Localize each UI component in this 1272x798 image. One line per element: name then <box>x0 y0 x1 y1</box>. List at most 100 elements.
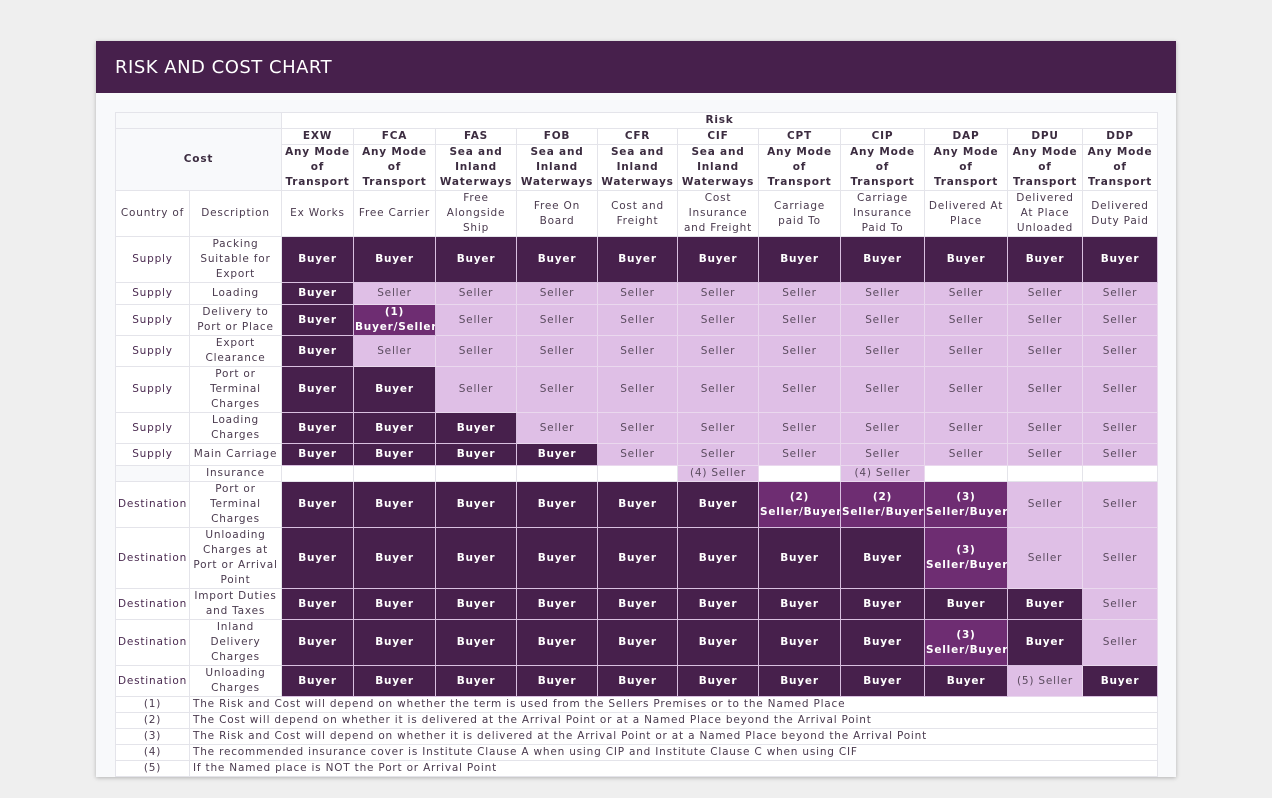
term-name-row: Country of Description Ex Works Free Carr… <box>115 190 1159 237</box>
responsibility-cell-ddp: Seller <box>1081 619 1159 666</box>
responsibility-cell-cif: Seller <box>677 335 759 367</box>
responsibility-cell-fas: Buyer <box>435 443 517 466</box>
responsibility-cell-ddp: Buyer <box>1081 665 1159 697</box>
responsibility-cell-cif: Buyer <box>677 236 759 283</box>
term-code-fca: FCA <box>353 128 436 145</box>
description-cell: Loading <box>189 282 282 305</box>
responsibility-cell-fob: Buyer <box>516 588 598 620</box>
responsibility-cell-dap: Seller <box>924 282 1008 305</box>
description-cell: Port or Terminal Charges <box>189 366 282 413</box>
responsibility-cell-cif: Seller <box>677 304 759 336</box>
responsibility-cell-cfr: Seller <box>597 282 678 305</box>
term-name: Delivered At Place <box>924 190 1008 237</box>
responsibility-cell-exw: Buyer <box>281 619 354 666</box>
responsibility-cell-fas: Buyer <box>435 236 517 283</box>
responsibility-cell-ddp: Seller <box>1081 366 1159 413</box>
responsibility-cell-dpu: Seller <box>1007 481 1083 528</box>
responsibility-cell-fca: Seller <box>353 282 436 305</box>
responsibility-cell-cif: Seller <box>677 366 759 413</box>
corner-cell <box>115 112 282 129</box>
term-code-dap: DAP <box>924 128 1008 145</box>
table-row: Destination Unloading Charges Buyer Buyer Bu… <box>115 665 1159 697</box>
responsibility-cell-dpu: Buyer <box>1007 588 1083 620</box>
table-row: Supply Loading Buyer Seller Seller Seller Sell… <box>115 282 1159 305</box>
responsibility-cell-fas: Buyer <box>435 481 517 528</box>
responsibility-cell-cif: Seller <box>677 412 759 444</box>
responsibility-cell-cpt: Buyer <box>758 236 841 283</box>
footnote-row: (3) The Risk and Cost will depend on whet… <box>115 728 1159 745</box>
responsibility-cell-fca: Buyer <box>353 443 436 466</box>
term-code-cpt: CPT <box>758 128 841 145</box>
responsibility-cell-cpt: Seller <box>758 443 841 466</box>
responsibility-cell-exw <box>281 465 354 482</box>
responsibility-cell-cfr: Buyer <box>597 236 678 283</box>
responsibility-cell-ddp: Seller <box>1081 412 1159 444</box>
cost-label: Cost <box>115 128 282 191</box>
term-name: Cost Insurance and Freight <box>677 190 759 237</box>
responsibility-cell-fob: Buyer <box>516 236 598 283</box>
responsibility-cell-ddp: Seller <box>1081 443 1159 466</box>
table-row: Supply Packing Suitable for Export Buyer Bu… <box>115 236 1159 283</box>
term-code-dpu: DPU <box>1007 128 1083 145</box>
term-name: Carriage paid To <box>758 190 841 237</box>
card-header: RISK AND COST CHART <box>96 41 1176 93</box>
responsibility-cell-dpu: Seller <box>1007 335 1083 367</box>
country-cell: Supply <box>115 366 190 413</box>
table-row: Destination Unloading Charges at Port or … <box>115 527 1159 589</box>
responsibility-cell-fas <box>435 465 517 482</box>
country-cell: Supply <box>115 304 190 336</box>
responsibility-cell-cfr <box>597 465 678 482</box>
term-mode: Any Mode of Transport <box>840 144 925 191</box>
responsibility-cell-exw: Buyer <box>281 481 354 528</box>
responsibility-cell-ddp: Seller <box>1081 527 1159 589</box>
responsibility-cell-cip: Seller <box>840 366 925 413</box>
term-name: Free On Board <box>516 190 598 237</box>
term-name: Carriage Insurance Paid To <box>840 190 925 237</box>
term-mode: Sea and Inland Waterways <box>597 144 678 191</box>
responsibility-cell-cpt: Seller <box>758 282 841 305</box>
term-mode: Any Mode of Transport <box>353 144 436 191</box>
term-name: Free Carrier <box>353 190 436 237</box>
responsibility-cell-exw: Buyer <box>281 236 354 283</box>
responsibility-cell-cip: (4) Seller <box>840 465 925 482</box>
responsibility-cell-fca: Buyer <box>353 366 436 413</box>
responsibility-cell-dpu: Seller <box>1007 366 1083 413</box>
responsibility-cell-dap: (3) Seller/Buyer <box>924 527 1008 589</box>
responsibility-cell-fob: Buyer <box>516 619 598 666</box>
responsibility-cell-dap: (3) Seller/Buyer <box>924 481 1008 528</box>
term-mode: Sea and Inland Waterways <box>516 144 598 191</box>
responsibility-cell-fca: Buyer <box>353 527 436 589</box>
country-cell: Destination <box>115 588 190 620</box>
responsibility-cell-fca: Buyer <box>353 412 436 444</box>
footnote-number: (4) <box>115 744 190 761</box>
responsibility-cell-exw: Buyer <box>281 665 354 697</box>
country-cell: Destination <box>115 665 190 697</box>
term-mode: Any Mode of Transport <box>758 144 841 191</box>
responsibility-cell-fca: Seller <box>353 335 436 367</box>
responsibility-cell-fob: Seller <box>516 282 598 305</box>
responsibility-cell-dap: Seller <box>924 366 1008 413</box>
responsibility-cell-cpt: Seller <box>758 304 841 336</box>
country-cell <box>115 465 190 482</box>
responsibility-cell-dap: Buyer <box>924 665 1008 697</box>
responsibility-cell-cfr: Seller <box>597 412 678 444</box>
risk-header-row: Risk <box>115 112 1159 129</box>
country-cell: Destination <box>115 619 190 666</box>
footnote-row: (4) The recommended insurance cover is In… <box>115 744 1159 761</box>
responsibility-cell-fob: Buyer <box>516 443 598 466</box>
responsibility-cell-cif: Seller <box>677 443 759 466</box>
responsibility-cell-cip: Seller <box>840 282 925 305</box>
footnote-text: The Cost will depend on whether it is de… <box>188 712 1159 729</box>
responsibility-cell-dap: Seller <box>924 335 1008 367</box>
responsibility-cell-exw: Buyer <box>281 443 354 466</box>
responsibility-cell-cip: Seller <box>840 412 925 444</box>
term-name: Ex Works <box>281 190 354 237</box>
page-title: RISK AND COST CHART <box>115 56 333 78</box>
term-code-exw: EXW <box>281 128 354 145</box>
responsibility-cell-ddp: Seller <box>1081 481 1159 528</box>
term-mode: Any Mode of Transport <box>281 144 354 191</box>
responsibility-cell-cpt <box>758 465 841 482</box>
responsibility-cell-cif: Buyer <box>677 481 759 528</box>
responsibility-cell-fas: Buyer <box>435 527 517 589</box>
responsibility-cell-cip: Buyer <box>840 619 925 666</box>
